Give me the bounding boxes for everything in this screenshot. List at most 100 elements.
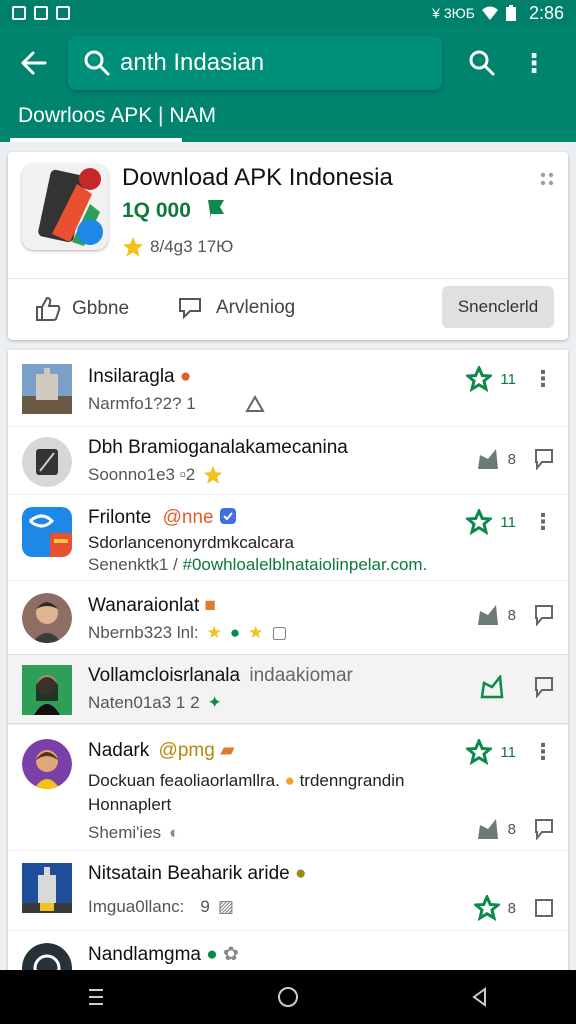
app-title: Download APK Indonesia (122, 164, 393, 191)
star-outline-icon[interactable] (466, 366, 493, 392)
back-nav-icon[interactable] (469, 986, 491, 1008)
list-item[interactable]: Wanaraionlat ■ Nbernb323 lnl: ★ ● ★ ▢ 8 (8, 580, 568, 654)
item-meta-text: Senenktk1 / (88, 555, 178, 574)
tab-downloads-apk[interactable]: Dowrloos APK | NAM (18, 104, 216, 128)
item-meta: Naten01a3 1 2 ✦ (88, 693, 222, 713)
more-vert-icon[interactable]: ⋮ (532, 739, 554, 765)
search-icon (469, 50, 495, 76)
status-right: ¥ 3ЮБ 2:86 (432, 3, 564, 24)
item-meta: Shemi'ies ◐ (88, 823, 179, 843)
bookmark-icon[interactable] (534, 818, 554, 840)
upvote-icon[interactable] (476, 447, 500, 471)
star-outline-icon[interactable] (466, 509, 493, 535)
avatar (22, 739, 72, 789)
emoji-icon: ● (295, 863, 307, 884)
vote-count: 8 (507, 450, 516, 468)
bookmark-icon[interactable] (534, 604, 554, 626)
emoji-icon: ✿ (223, 944, 239, 965)
tab-bar: Dowrloos APK | NAM (0, 100, 576, 142)
vote-count: 8 (507, 820, 516, 838)
open-button[interactable]: Snenclerld (442, 286, 554, 328)
like-label: Gbbne (72, 298, 130, 319)
emoji-icon: ● (206, 944, 218, 965)
avatar (22, 943, 72, 970)
star-outline-icon[interactable] (466, 739, 493, 765)
list-item[interactable]: Nandlamgma ● ✿ (8, 930, 568, 970)
star-count: 11 (500, 743, 516, 761)
avatar (22, 863, 72, 913)
star-icon (123, 237, 143, 257)
star-count: 11 (500, 513, 516, 531)
search-button[interactable] (452, 49, 512, 77)
tab-indicator (10, 138, 182, 142)
signal-text: ¥ 3ЮБ (432, 5, 475, 21)
upvote-icon[interactable] (476, 603, 500, 627)
item-description-text: trdenngrandin (299, 771, 405, 790)
bell-icon (245, 394, 265, 412)
status-bar: ¥ 3ЮБ 2:86 (0, 0, 576, 26)
bookmark-icon[interactable] (534, 676, 554, 698)
item-title: Nandlamgma ● ✿ (88, 943, 239, 966)
emoji-icon: ● (179, 366, 192, 387)
checkbox-icon[interactable] (534, 898, 554, 918)
item-title: Nitsatain Beaharik aride ● (88, 863, 306, 885)
more-menu-button[interactable]: ⋮ (512, 48, 556, 79)
app-icon[interactable] (22, 164, 108, 250)
list-item-selected[interactable]: Vollamcloisrlanala indaakiomar Naten01a3… (8, 654, 568, 724)
home-icon[interactable] (276, 985, 300, 1009)
upvote-icon[interactable] (476, 817, 500, 841)
item-meta-text: Soonno1e3 ▫2 (88, 465, 196, 484)
emoji-icon: ■ (204, 595, 217, 616)
like-button[interactable]: Gbbne (34, 296, 129, 322)
emoji-icon: ▢ (271, 623, 288, 642)
item-tools: 8 (473, 895, 554, 921)
emoji-icon: ★ (248, 623, 264, 642)
list-item[interactable]: Nitsatain Beaharik aride ● Imgua0llanc: … (8, 850, 568, 930)
item-meta: Imgua0llanc: 9 ▨ (88, 897, 234, 917)
item-tools: 8 (476, 447, 554, 471)
app-card: Download APK Indonesia 1Q 000 8/4g3 17Ю … (8, 152, 568, 340)
item-title-text: Nitsatain Beaharik aride (88, 863, 290, 884)
share-button[interactable]: Arvleniog (178, 296, 295, 320)
list-item[interactable]: Frilonte @nne Sdorlancenonyrdmkcalcara S… (8, 494, 568, 580)
back-arrow-icon (21, 51, 47, 75)
list-item[interactable]: Insilaragla ● Narmfo1?2? 1 11 ⋮ (8, 350, 568, 426)
item-title-text: Insilaragla (88, 366, 175, 387)
logo-thumbnail-icon (22, 943, 72, 970)
bookmark-icon[interactable] (534, 448, 554, 470)
search-value: anth Indasian (120, 49, 265, 76)
item-tools-top: 11 ⋮ (466, 739, 554, 765)
vote-count: 8 (507, 606, 516, 624)
item-meta-number: 9 (200, 897, 210, 916)
app-logo-icon (38, 168, 103, 246)
emoji-icon: ● (284, 771, 295, 790)
item-link[interactable]: #0owhloalelblnataiolinpelar.com. (183, 555, 428, 574)
app-bar: anth Indasian ⋮ (0, 26, 576, 100)
item-link-line: Senenktk1 / #0owhloalelblnataiolinpelar.… (88, 555, 427, 575)
upvote-icon[interactable] (480, 675, 504, 699)
list-item[interactable]: Dbh Bramioganalakamecanina Soonno1e3 ▫2 … (8, 426, 568, 494)
avatar (22, 507, 72, 557)
recents-icon[interactable] (85, 986, 107, 1008)
item-meta-text: Naten01a3 1 2 (88, 693, 200, 712)
clock: 2:86 (528, 2, 564, 23)
item-handle: indaakiomar (249, 665, 353, 686)
back-button[interactable] (0, 26, 68, 100)
item-meta-text: Imgua0llanc: (88, 897, 185, 916)
dots-grid-icon (540, 172, 554, 186)
search-input[interactable]: anth Indasian (68, 36, 442, 90)
item-meta: Nbernb323 lnl: ★ ● ★ ▢ (88, 623, 287, 643)
emoji-icon: ★ (206, 623, 222, 642)
star-outline-icon[interactable] (473, 895, 500, 921)
item-tools: 11 ⋮ (466, 509, 554, 535)
star-count: 8 (507, 899, 516, 917)
flag-icon (207, 200, 224, 219)
more-vert-icon[interactable]: ⋮ (532, 509, 554, 535)
drag-handle[interactable] (540, 172, 554, 191)
verified-badge-icon (219, 508, 236, 524)
list-item[interactable]: Nadark @pmg ▰ Dockuan feaoliaorlamllra. … (8, 724, 568, 850)
more-vert-icon[interactable]: ⋮ (532, 366, 554, 392)
building-thumbnail-icon (22, 863, 72, 913)
item-tools: 8 (476, 817, 554, 841)
wifi-icon (481, 6, 498, 20)
